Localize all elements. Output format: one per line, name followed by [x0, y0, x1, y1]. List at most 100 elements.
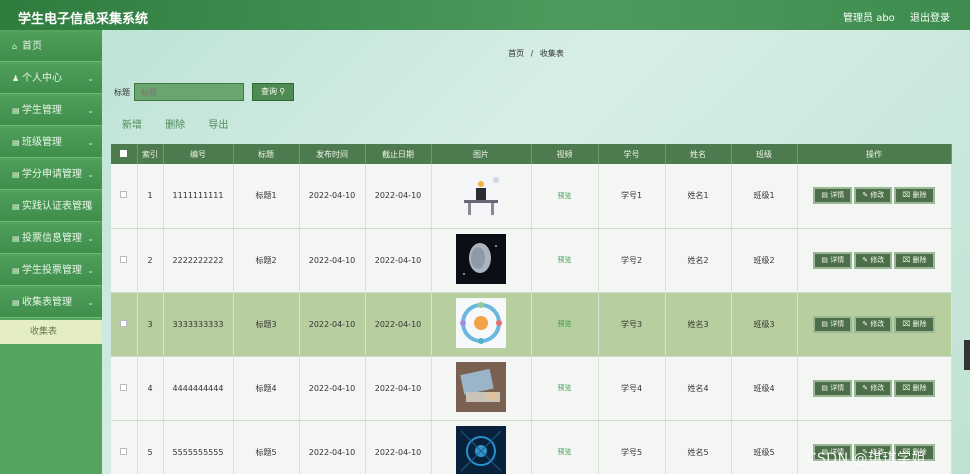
detail-button[interactable]: ▤ 详情 — [813, 251, 853, 269]
row-select-cell — [111, 164, 138, 229]
chevron-down-icon: ⌄ — [87, 106, 94, 115]
cell-student_no: 学号2 — [598, 228, 666, 293]
row-checkbox[interactable] — [120, 255, 128, 263]
sidebar-item-6[interactable]: ▤ 投票信息管理 ⌄ — [0, 224, 102, 254]
row-delete-button-label: 删除 — [912, 191, 927, 200]
list-icon: ▤ — [12, 106, 20, 115]
export-button[interactable]: 导出 — [208, 120, 228, 131]
sidebar-item-4[interactable]: ▤ 学分申请管理 ⌄ — [0, 160, 102, 190]
add-button[interactable]: 新增 — [122, 120, 142, 131]
row-checkbox[interactable] — [120, 319, 128, 327]
cell-operations: ▤ 详情 ✎ 修改 ⌧ 删除 — [797, 292, 952, 357]
cell-name: 姓名1 — [665, 164, 732, 229]
chevron-down-icon: ⌄ — [87, 170, 94, 179]
cell-name: 姓名2 — [665, 228, 732, 293]
top-bar: 学生电子信息采集系统 管理员 abo 退出登录 — [0, 0, 970, 30]
video-preview-link[interactable]: 预览 — [558, 256, 572, 264]
row-thumbnail-image — [432, 298, 531, 350]
column-header: 标题 — [233, 144, 300, 164]
sidebar-item-5[interactable]: ▤ 实践认证表管理 ⌄ — [0, 192, 102, 222]
edit-button[interactable]: ✎ 修改 — [854, 251, 893, 269]
row-delete-button[interactable]: ⌧ 删除 — [894, 315, 935, 333]
cell-class: 班级3 — [731, 292, 798, 357]
row-delete-button[interactable]: ⌧ 删除 — [894, 379, 935, 397]
edit-button-label: 修改 — [870, 191, 885, 200]
cell-publish: 2022-04-10 — [299, 292, 366, 357]
search-button-label: 查询 — [261, 87, 277, 96]
cell-student_no: 学号3 — [598, 292, 666, 357]
video-preview-link[interactable]: 预览 — [558, 192, 572, 200]
column-header: 编号 — [163, 144, 234, 164]
cell-title: 标题1 — [233, 164, 300, 229]
row-delete-button[interactable]: ⌧ 删除 — [894, 251, 935, 269]
video-preview-link[interactable]: 预览 — [558, 448, 572, 456]
cell-deadline: 2022-04-10 — [365, 164, 432, 229]
row-checkbox[interactable] — [120, 447, 128, 455]
sidebar-item-2[interactable]: ▤ 学生管理 ⌄ — [0, 96, 102, 126]
sidebar-item-8[interactable]: ▤ 收集表管理 ⌄ — [0, 288, 102, 318]
cell-index: 5 — [137, 420, 164, 474]
detail-icon: ▤ — [821, 255, 831, 264]
trash-icon: ⌧ — [902, 255, 913, 264]
sidebar-item-1[interactable]: ♟ 个人中心 ⌄ — [0, 64, 102, 94]
breadcrumb-separator: / — [530, 49, 534, 58]
row-delete-button-label: 删除 — [912, 383, 927, 392]
column-header: 姓名 — [665, 144, 732, 164]
list-icon: ▤ — [12, 298, 20, 307]
cell-index: 1 — [137, 164, 164, 229]
table-row[interactable]: 2 2222222222 标题2 2022-04-10 2022-04-10 预览 学号2 姓… — [111, 228, 952, 293]
detail-button-label: 详情 — [830, 255, 845, 264]
row-checkbox[interactable] — [120, 191, 128, 199]
side-scroll-tab[interactable] — [964, 340, 970, 370]
sidebar-item-3[interactable]: ▤ 班级管理 ⌄ — [0, 128, 102, 158]
cell-image — [431, 420, 532, 474]
cell-title: 标题4 — [233, 356, 300, 421]
cell-operations: ▤ 详情 ✎ 修改 ⌧ 删除 — [797, 164, 952, 229]
breadcrumb-home[interactable]: 首页 — [508, 49, 524, 58]
search-input[interactable] — [134, 83, 244, 101]
chevron-down-icon: ⌄ — [87, 298, 94, 307]
sidebar-item-label: 学生投票管理 — [22, 265, 82, 276]
search-button[interactable]: 查询 ⚲ — [252, 83, 295, 101]
sidebar-subitem-collection[interactable]: 收集表 — [0, 320, 102, 344]
edit-button[interactable]: ✎ 修改 — [854, 379, 893, 397]
detail-button[interactable]: ▤ 详情 — [813, 379, 853, 397]
breadcrumb-current: 收集表 — [539, 49, 564, 58]
list-icon: ▤ — [12, 202, 20, 211]
delete-button[interactable]: 删除 — [165, 120, 185, 131]
cell-video: 预览 — [531, 292, 599, 357]
cell-image — [431, 228, 532, 293]
video-preview-link[interactable]: 预览 — [558, 320, 572, 328]
row-delete-button[interactable]: ⌧ 删除 — [894, 187, 935, 205]
cell-index: 2 — [137, 228, 164, 293]
watermark: CSDN @琪琪学姐 — [806, 451, 926, 467]
sidebar-item-label: 个人中心 — [22, 73, 62, 84]
row-select-cell — [111, 420, 138, 474]
detail-button[interactable]: ▤ 详情 — [813, 315, 853, 333]
edit-button[interactable]: ✎ 修改 — [854, 187, 893, 205]
cell-name: 姓名3 — [665, 292, 732, 357]
logout-link[interactable]: 退出登录 — [910, 13, 950, 24]
sidebar-item-0[interactable]: ⌂ 首页 — [0, 32, 102, 62]
trash-icon: ⌧ — [902, 319, 913, 328]
select-all-checkbox[interactable] — [120, 149, 128, 157]
column-header: 索引 — [137, 144, 164, 164]
row-checkbox[interactable] — [120, 383, 128, 391]
table-row[interactable]: 4 4444444444 标题4 2022-04-10 2022-04-10 预览 学号4 姓… — [111, 356, 952, 421]
cell-code: 2222222222 — [163, 228, 234, 293]
video-preview-link[interactable]: 预览 — [558, 384, 572, 392]
cell-operations: ▤ 详情 ✎ 修改 ⌧ 删除 — [797, 228, 952, 293]
cell-title: 标题2 — [233, 228, 300, 293]
table-row[interactable]: 3 3333333333 标题3 2022-04-10 2022-04-10 预览 学号3 姓… — [111, 292, 952, 357]
admin-user-label[interactable]: 管理员 abo — [843, 13, 895, 24]
list-icon: ▤ — [12, 266, 20, 275]
cell-video: 预览 — [531, 228, 599, 293]
detail-icon: ▤ — [821, 191, 831, 200]
detail-button[interactable]: ▤ 详情 — [813, 187, 853, 205]
sidebar-item-label: 学分申请管理 — [22, 169, 82, 180]
sidebar-item-7[interactable]: ▤ 学生投票管理 ⌄ — [0, 256, 102, 286]
sidebar-item-label: 首页 — [22, 41, 42, 52]
table-row[interactable]: 1 1111111111 标题1 2022-04-10 2022-04-10 预览 学号1 姓… — [111, 164, 952, 229]
edit-button[interactable]: ✎ 修改 — [854, 315, 893, 333]
cell-publish: 2022-04-10 — [299, 356, 366, 421]
